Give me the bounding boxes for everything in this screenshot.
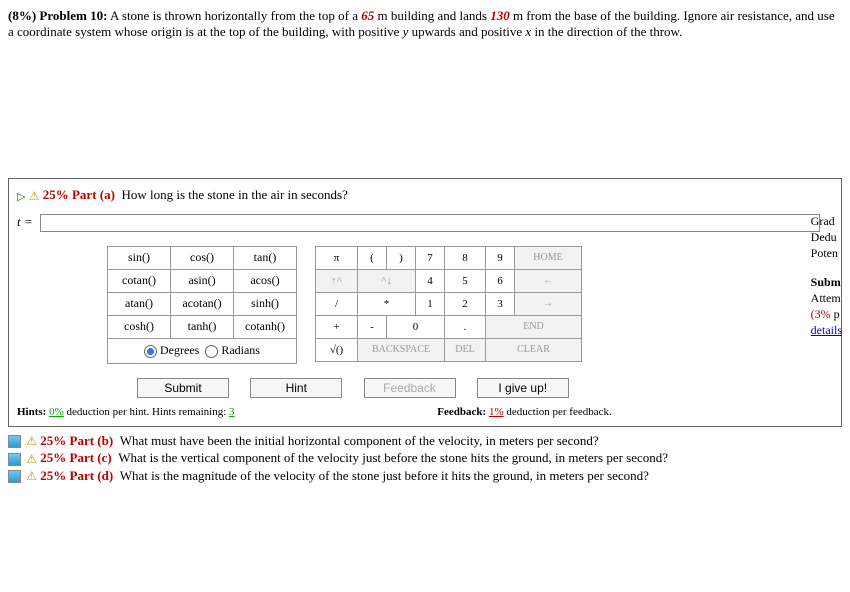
btn-4[interactable]: 4 bbox=[416, 269, 445, 292]
btn-dn[interactable]: ^↓ bbox=[358, 269, 416, 292]
part-a-panel: ▷ ⚠ 25% Part (a) How long is the stone i… bbox=[8, 178, 842, 427]
hint-button[interactable]: Hint bbox=[250, 378, 342, 398]
btn-pi[interactable]: π bbox=[316, 246, 358, 269]
warning-icon: ⚠ bbox=[26, 469, 37, 484]
details-link[interactable]: details bbox=[811, 323, 842, 337]
btn-cosh[interactable]: cosh() bbox=[108, 315, 171, 338]
warning-icon: ⚠ bbox=[26, 434, 37, 449]
hints-line: Hints: 0% deduction per hint. Hints rema… bbox=[17, 406, 833, 418]
function-pad: sin()cos()tan() cotan()asin()acos() atan… bbox=[107, 246, 297, 364]
btn-atan[interactable]: atan() bbox=[108, 292, 171, 315]
btn-0[interactable]: 0 bbox=[387, 315, 445, 338]
btn-home[interactable]: HOME bbox=[515, 246, 582, 269]
btn-rparen[interactable]: ) bbox=[387, 246, 416, 269]
grade-sidebar: Grad Dedu Poten Subm Attem (3% p details bbox=[811, 213, 842, 338]
btn-2[interactable]: 2 bbox=[445, 292, 486, 315]
radio-degrees[interactable] bbox=[144, 345, 157, 358]
btn-dot[interactable]: . bbox=[445, 315, 486, 338]
btn-right[interactable]: → bbox=[515, 292, 582, 315]
btn-del[interactable]: DEL bbox=[445, 338, 486, 361]
btn-6[interactable]: 6 bbox=[486, 269, 515, 292]
warning-icon: ⚠ bbox=[26, 452, 37, 467]
submit-button[interactable]: Submit bbox=[137, 378, 229, 398]
btn-cotanh[interactable]: cotanh() bbox=[234, 315, 297, 338]
btn-minus[interactable]: - bbox=[358, 315, 387, 338]
btn-backspace[interactable]: BACKSPACE bbox=[358, 338, 445, 361]
number-pad: π ( ) 7 8 9 HOME ↑^ ^↓ 4 5 6 ← bbox=[315, 246, 582, 362]
value-height: 65 bbox=[361, 8, 374, 23]
giveup-button[interactable]: I give up! bbox=[477, 378, 569, 398]
btn-plus[interactable]: + bbox=[316, 315, 358, 338]
btn-asin[interactable]: asin() bbox=[171, 269, 234, 292]
btn-cos[interactable]: cos() bbox=[171, 246, 234, 269]
problem-percent: (8%) bbox=[8, 8, 36, 23]
btn-1[interactable]: 1 bbox=[416, 292, 445, 315]
btn-tan[interactable]: tan() bbox=[234, 246, 297, 269]
btn-3[interactable]: 3 bbox=[486, 292, 515, 315]
part-c-row[interactable]: ⚠ 25% Part (c) What is the vertical comp… bbox=[8, 450, 842, 467]
warning-icon: ⚠ bbox=[29, 189, 40, 204]
expand-icon[interactable] bbox=[8, 453, 21, 466]
value-distance: 130 bbox=[490, 8, 510, 23]
btn-tanh[interactable]: tanh() bbox=[171, 315, 234, 338]
btn-left[interactable]: ← bbox=[515, 269, 582, 292]
btn-acos[interactable]: acos() bbox=[234, 269, 297, 292]
btn-5[interactable]: 5 bbox=[445, 269, 486, 292]
part-a-question: How long is the stone in the air in seco… bbox=[121, 187, 347, 202]
answer-lhs: t = bbox=[17, 214, 33, 229]
btn-end[interactable]: END bbox=[486, 315, 582, 338]
btn-sqrt[interactable]: √() bbox=[316, 338, 358, 361]
part-d-row[interactable]: ⚠ 25% Part (d) What is the magnitude of … bbox=[8, 468, 842, 485]
btn-star[interactable]: * bbox=[358, 292, 416, 315]
btn-cotan[interactable]: cotan() bbox=[108, 269, 171, 292]
answer-input[interactable] bbox=[40, 214, 820, 232]
btn-sinh[interactable]: sinh() bbox=[234, 292, 297, 315]
feedback-button[interactable]: Feedback bbox=[364, 378, 456, 398]
btn-clear[interactable]: CLEAR bbox=[486, 338, 582, 361]
expand-icon[interactable] bbox=[8, 435, 21, 448]
btn-8[interactable]: 8 bbox=[445, 246, 486, 269]
expand-icon[interactable]: ▷ bbox=[17, 190, 25, 203]
problem-label: Problem 10: bbox=[39, 8, 107, 23]
btn-slash[interactable]: / bbox=[316, 292, 358, 315]
btn-up[interactable]: ↑^ bbox=[316, 269, 358, 292]
btn-lparen[interactable]: ( bbox=[358, 246, 387, 269]
btn-acotan[interactable]: acotan() bbox=[171, 292, 234, 315]
problem-statement: (8%) Problem 10: A stone is thrown horiz… bbox=[8, 8, 842, 40]
radio-radians[interactable] bbox=[205, 345, 218, 358]
btn-9[interactable]: 9 bbox=[486, 246, 515, 269]
btn-sin[interactable]: sin() bbox=[108, 246, 171, 269]
expand-icon[interactable] bbox=[8, 470, 21, 483]
btn-7[interactable]: 7 bbox=[416, 246, 445, 269]
part-b-row[interactable]: ⚠ 25% Part (b) What must have been the i… bbox=[8, 433, 842, 450]
